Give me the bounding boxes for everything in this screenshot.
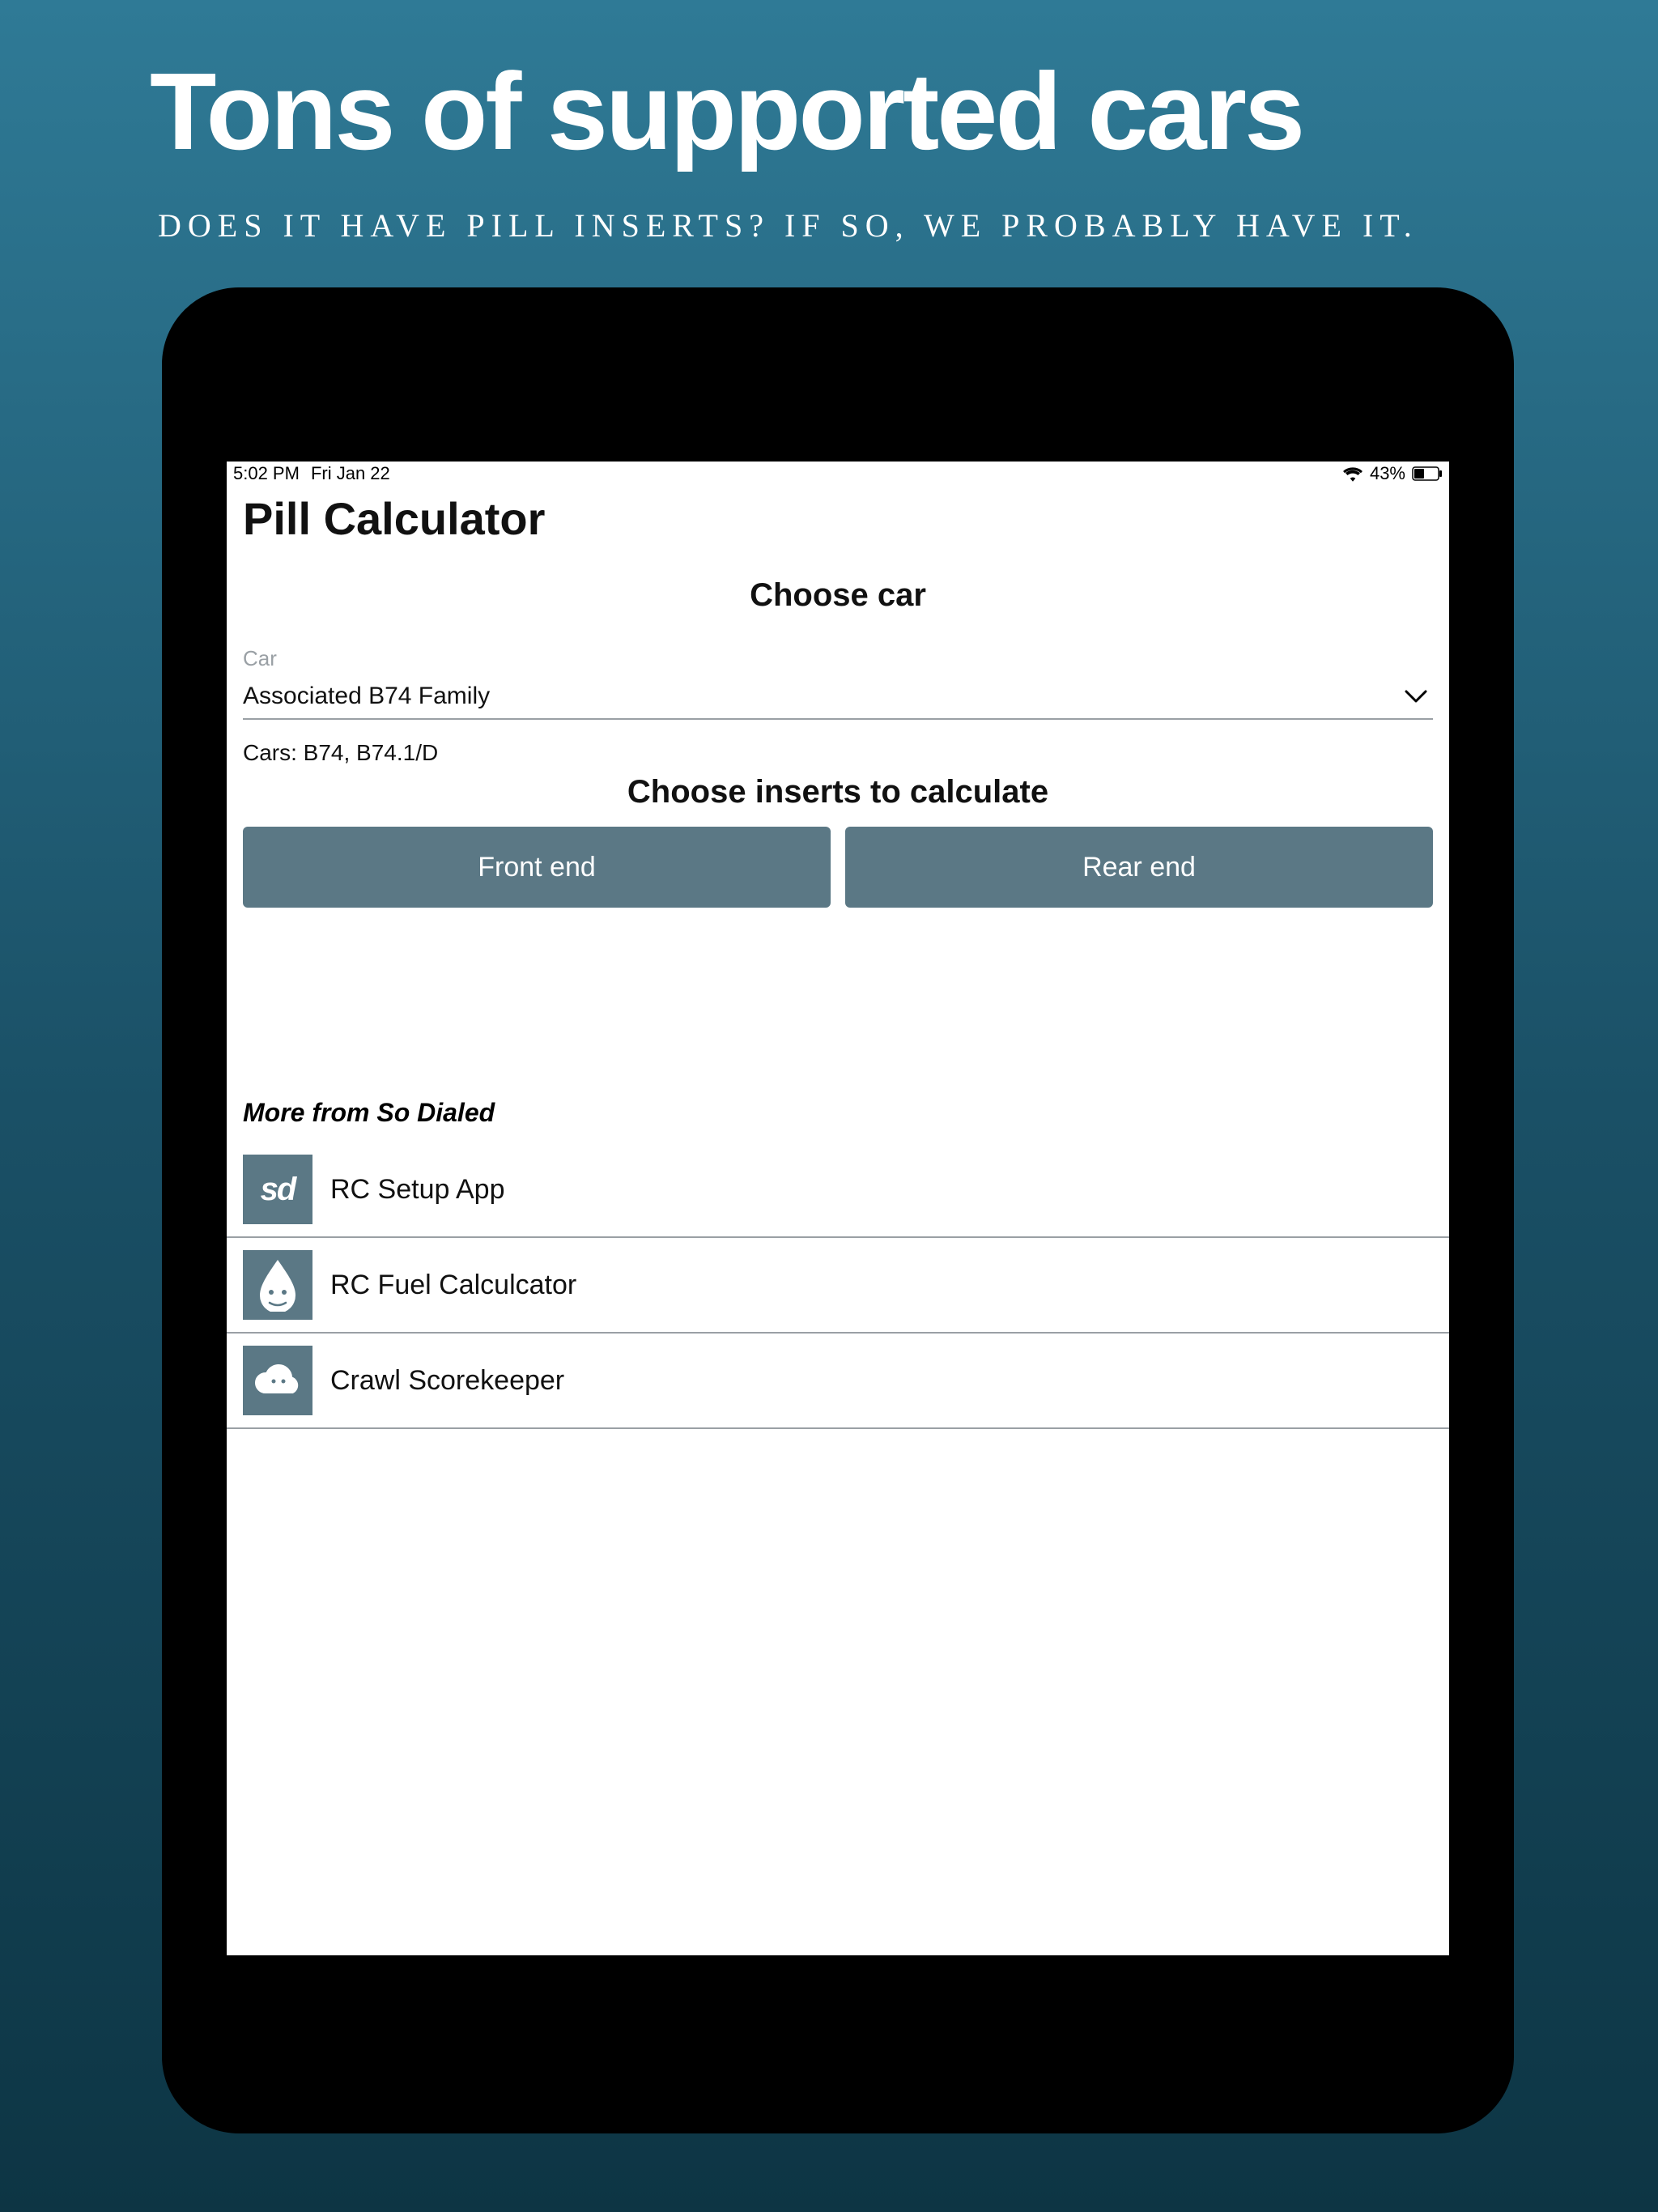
car-field-label: Car: [227, 630, 1449, 674]
more-app-crawl-scorekeeper[interactable]: Crawl Scorekeeper: [227, 1334, 1449, 1429]
status-time: 5:02 PM: [233, 463, 300, 484]
battery-icon: [1412, 466, 1443, 481]
status-bar: 5:02 PM Fri Jan 22 43%: [227, 462, 1449, 486]
front-end-button[interactable]: Front end: [243, 827, 831, 908]
promo-headline: Tons of supported cars: [150, 57, 1303, 166]
choose-car-heading: Choose car: [227, 553, 1449, 630]
more-app-rc-setup[interactable]: sd RC Setup App: [227, 1142, 1449, 1238]
sd-logo-icon: sd: [243, 1155, 312, 1224]
app-screen: 5:02 PM Fri Jan 22 43% Pill Calculator C…: [227, 462, 1449, 1955]
status-date: Fri Jan 22: [311, 463, 390, 484]
app-title: Pill Calculator: [227, 486, 1449, 553]
choose-inserts-heading: Choose inserts to calculate: [227, 766, 1449, 827]
car-dropdown[interactable]: Associated B74 Family: [243, 674, 1433, 720]
wifi-icon: [1342, 466, 1363, 482]
more-app-label: RC Fuel Calculcator: [330, 1270, 576, 1301]
cars-detail: Cars: B74, B74.1/D: [227, 720, 1449, 766]
car-dropdown-value: Associated B74 Family: [243, 683, 490, 710]
droplet-icon: [243, 1250, 312, 1320]
status-battery-pct: 43%: [1370, 463, 1405, 484]
chevron-down-icon: [1404, 689, 1428, 704]
more-app-label: Crawl Scorekeeper: [330, 1365, 564, 1397]
device-frame: 5:02 PM Fri Jan 22 43% Pill Calculator C…: [162, 287, 1514, 2133]
more-from-heading: More from So Dialed: [227, 1098, 1449, 1142]
more-app-rc-fuel[interactable]: RC Fuel Calculcator: [227, 1238, 1449, 1334]
cloud-icon: [243, 1346, 312, 1415]
rear-end-button[interactable]: Rear end: [845, 827, 1433, 908]
promo-subhead: Does it have pill inserts? If so, we pro…: [158, 206, 1418, 245]
more-app-label: RC Setup App: [330, 1174, 504, 1206]
